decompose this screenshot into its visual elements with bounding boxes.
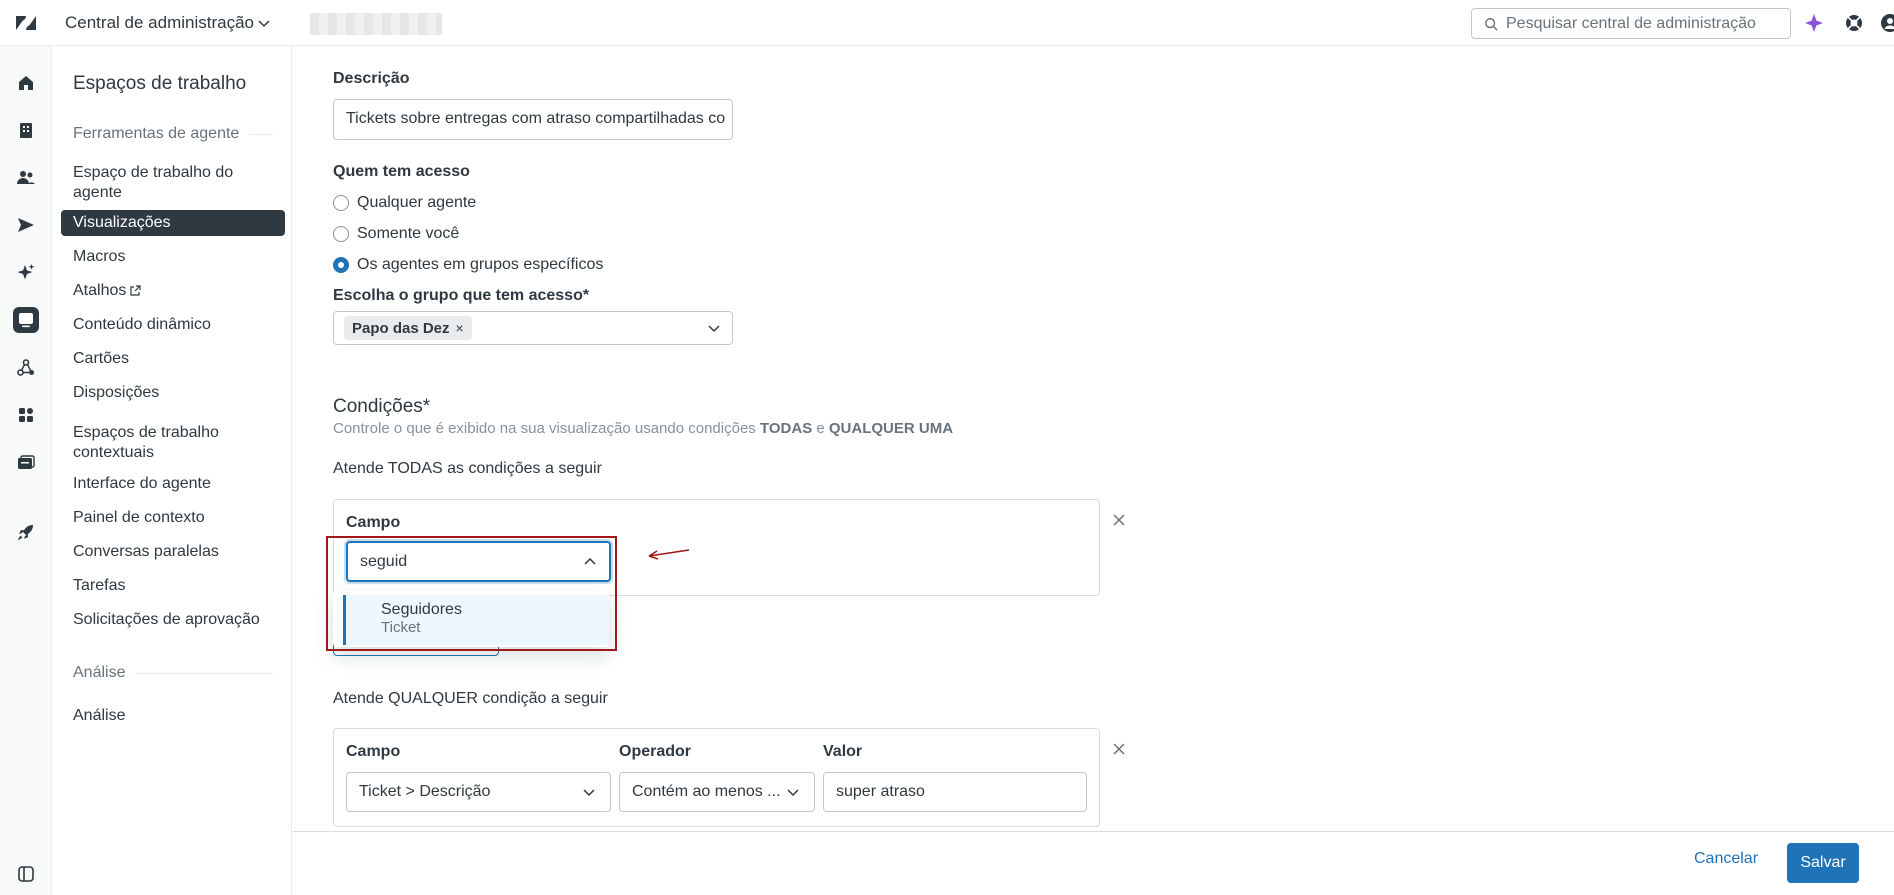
any-value-label: Valor	[823, 743, 863, 760]
rail-home[interactable]	[13, 70, 39, 96]
rail-ai[interactable]	[13, 260, 39, 286]
chevron-down-icon[interactable]	[256, 15, 272, 31]
sidebar-item-dynamic-content[interactable]: Conteúdo dinâmico	[61, 312, 285, 338]
rail-toggle-sidebar[interactable]	[13, 861, 39, 887]
access-label: Quem tem acesso	[333, 163, 470, 180]
home-icon	[19, 76, 33, 90]
send-icon	[18, 218, 34, 232]
chevron-down-icon	[583, 789, 595, 797]
group-label: Escolha o grupo que tem acesso*	[333, 287, 590, 304]
rail-channels[interactable]	[13, 212, 39, 238]
all-conditions-label: Atende TODAS as condições a seguir	[333, 460, 602, 477]
admin-search[interactable]	[1471, 8, 1791, 39]
access-option-any-agent[interactable]: Qualquer agente	[333, 194, 476, 212]
remove-condition-icon[interactable]	[1111, 741, 1127, 757]
top-header: Central de administração	[0, 0, 1894, 46]
form-footer: Cancelar Salvar	[293, 831, 1894, 895]
cancel-button[interactable]: Cancelar	[1694, 850, 1758, 868]
access-option-only-you[interactable]: Somente você	[333, 225, 459, 243]
any-field-label: Campo	[346, 743, 401, 760]
view-editor-main: Descrição Tickets sobre entregas com atr…	[293, 46, 1894, 831]
sidebar-item-contextual-workspaces[interactable]: Espaços de trabalho contextuais	[61, 420, 285, 466]
remove-condition-icon[interactable]	[1111, 512, 1127, 528]
any-operator-label: Operador	[619, 743, 692, 760]
description-input[interactable]: Tickets sobre entregas com atraso compar…	[333, 99, 733, 140]
search-input[interactable]	[1506, 13, 1782, 35]
rail-data[interactable]	[13, 450, 39, 476]
all-field-label: Campo	[346, 514, 401, 531]
sidebar-section-agent-tools: Ferramentas de agente	[73, 125, 273, 143]
sidebar-item-analysis[interactable]: Análise	[61, 703, 285, 729]
sidebar-item-macros[interactable]: Macros	[61, 244, 285, 270]
building-icon	[20, 123, 32, 138]
sidebar-item-layouts[interactable]: Disposições	[61, 380, 285, 406]
channels-icon	[18, 455, 35, 469]
any-conditions-label: Atende QUALQUER condição a seguir	[333, 690, 608, 707]
save-button[interactable]: Salvar	[1787, 843, 1859, 883]
admin-center-app: Central de administração Pesquisar centr…	[0, 0, 1894, 895]
rail-workspaces[interactable]	[13, 307, 39, 333]
description-label: Descrição	[333, 70, 410, 87]
user-avatar-icon[interactable]	[1880, 13, 1894, 33]
app-title[interactable]: Central de administração	[65, 13, 254, 33]
radio-specific-groups[interactable]	[333, 257, 349, 273]
sidebar-item-side-conversations[interactable]: Conversas paralelas	[61, 539, 285, 565]
rail-people[interactable]	[13, 164, 39, 190]
chevron-down-icon	[787, 789, 799, 797]
group-multiselect[interactable]: Papo das Dez ×	[333, 311, 733, 345]
rail-apps[interactable]	[13, 402, 39, 428]
people-icon	[17, 171, 35, 184]
access-option-specific-groups[interactable]: Os agentes em grupos específicos	[333, 256, 603, 274]
ai-sparkle-icon[interactable]	[1804, 13, 1824, 33]
annotation-arrow-icon	[648, 549, 690, 560]
rail-objects[interactable]	[13, 355, 39, 381]
radio-any-agent[interactable]	[333, 195, 349, 211]
conditions-title: Condições*	[333, 396, 431, 417]
help-lifebuoy-icon[interactable]	[1844, 13, 1864, 33]
sidebar-item-context-panel[interactable]: Painel de contexto	[61, 505, 285, 531]
sidebar-item-tasks[interactable]: Tarefas	[61, 573, 285, 599]
chevron-down-icon	[708, 325, 720, 333]
sidebar-item-approval-requests[interactable]: Solicitações de aprovação	[61, 607, 285, 633]
annotation-highlight-box	[326, 536, 617, 651]
search-icon	[1485, 18, 1498, 31]
conditions-description: Controle o que é exibido na sua visualiz…	[333, 420, 954, 437]
objects-icon	[17, 359, 34, 376]
any-value-input[interactable]: super atraso	[823, 772, 1087, 812]
group-chip: Papo das Dez ×	[344, 316, 472, 340]
sidebar-item-shortcuts[interactable]: Atalhos	[61, 278, 285, 304]
sidebar-item-cards[interactable]: Cartões	[61, 346, 285, 372]
workspace-icon	[19, 313, 33, 328]
chip-remove-icon[interactable]: ×	[456, 320, 464, 336]
rocket-icon	[17, 525, 33, 541]
radio-only-you[interactable]	[333, 226, 349, 242]
sidebar-toggle-icon	[18, 866, 34, 882]
sidebar-heading: Espaços de trabalho	[73, 73, 247, 94]
sidebar-item-agent-workspace[interactable]: Espaço de trabalho do agente	[61, 160, 285, 206]
sidebar-section-analysis: Análise	[73, 664, 273, 682]
sidebar-item-views[interactable]: Visualizações	[61, 210, 285, 236]
external-link-icon	[130, 285, 141, 296]
sparkle-icon	[17, 264, 35, 280]
any-operator-select[interactable]: Contém ao menos ...	[619, 772, 815, 812]
rail-account[interactable]	[13, 117, 39, 143]
zendesk-logo-icon[interactable]	[14, 11, 38, 35]
rail-rocket[interactable]	[13, 519, 39, 545]
blurred-account-name	[310, 13, 442, 35]
apps-icon	[19, 408, 33, 422]
product-rail	[0, 46, 52, 895]
sidebar-item-agent-interface[interactable]: Interface do agente	[61, 471, 285, 497]
workspaces-sidebar: Espaços de trabalho Ferramentas de agent…	[52, 46, 292, 895]
any-field-select[interactable]: Ticket > Descrição	[346, 772, 611, 812]
